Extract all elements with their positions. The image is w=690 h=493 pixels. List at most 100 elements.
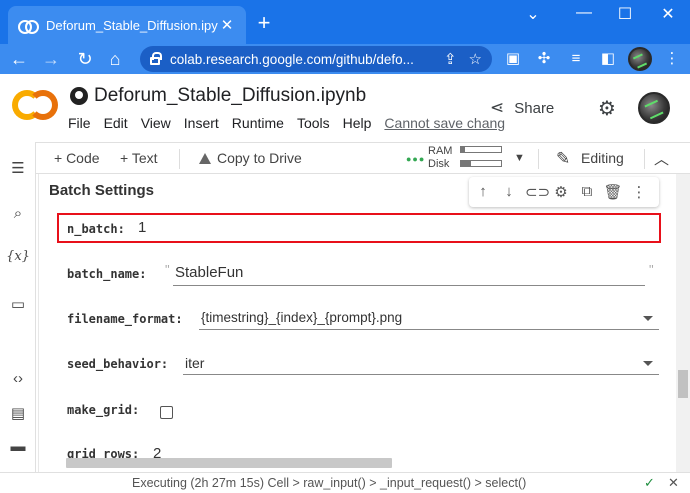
code-snippets-icon[interactable]: ‹›	[0, 370, 36, 387]
cell-settings-icon[interactable]: ⚙	[551, 183, 571, 201]
horizontal-scroll-thumb[interactable]	[66, 458, 392, 468]
seed-behavior-label: seed_behavior:	[67, 357, 169, 371]
menu-runtime[interactable]: Runtime	[232, 115, 284, 131]
bookmark-star-icon[interactable]: ☆	[469, 50, 482, 68]
share-icon: ⋖	[490, 98, 505, 117]
browser-tab[interactable]: Deforum_Stable_Diffusion.ipynb ✕	[8, 6, 246, 44]
notebook-main: Batch Settings ↑ ↓ ⊂⊃ ⚙ ⧉ 🗑 ⋮ n_batch: 1…	[36, 174, 676, 472]
delete-cell-icon[interactable]: 🗑	[603, 183, 623, 201]
minimize-button[interactable]: —	[571, 4, 597, 22]
new-tab-button[interactable]: +	[252, 10, 276, 36]
side-panel-icon[interactable]: ◧	[598, 49, 618, 69]
table-of-contents-icon[interactable]: ☰	[0, 159, 36, 177]
pencil-icon: ✎	[556, 149, 571, 168]
terminal-icon[interactable]: ▬	[0, 438, 36, 455]
address-bar: ← → ↻ ⌂ colab.research.google.com/github…	[0, 44, 690, 74]
menu-view[interactable]: View	[141, 115, 171, 131]
add-code-button[interactable]: + Code	[54, 150, 100, 166]
vertical-scrollbar[interactable]	[676, 174, 690, 472]
media-control-icon[interactable]: ≡	[566, 49, 586, 69]
make-grid-label: make_grid:	[67, 403, 140, 417]
add-text-button[interactable]: + Text	[120, 150, 158, 166]
toolbar-divider	[644, 149, 645, 169]
status-bar: Executing (2h 27m 15s) Cell > raw_input(…	[0, 472, 690, 493]
batch-name-label: batch_name:	[67, 267, 147, 281]
quote-mark: "	[165, 262, 170, 277]
cell-toolbar: ↑ ↓ ⊂⊃ ⚙ ⧉ 🗑 ⋮	[469, 177, 659, 207]
resources-dropdown-icon[interactable]: ▼	[514, 152, 525, 164]
editing-mode-button[interactable]: Editing	[581, 150, 624, 166]
filename-format-label: filename_format:	[67, 312, 183, 326]
vertical-scroll-thumb[interactable]	[678, 370, 688, 398]
menu-help[interactable]: Help	[343, 115, 372, 131]
left-sidebar: ☰ ⌕ {x} ▭ ‹› ▤ ▬	[0, 142, 36, 472]
url-text[interactable]: colab.research.google.com/github/defo...	[170, 52, 432, 67]
horizontal-scrollbar[interactable]	[38, 458, 678, 468]
menu-file[interactable]: File	[68, 115, 91, 131]
colab-favicon-icon	[18, 19, 39, 34]
reload-icon[interactable]: ↻	[74, 48, 96, 70]
disk-label: Disk	[428, 158, 450, 170]
browser-tab-bar: Deforum_Stable_Diffusion.ipynb ✕ + ⌄ — ☐…	[0, 0, 690, 44]
filename-format-underline	[199, 329, 659, 330]
form-cell[interactable]: Batch Settings ↑ ↓ ⊂⊃ ⚙ ⧉ 🗑 ⋮ n_batch: 1…	[38, 174, 662, 472]
disk-usage-bar	[460, 160, 502, 167]
seed-behavior-underline	[183, 374, 659, 375]
extension-icon[interactable]: ▣	[503, 49, 523, 69]
ram-usage-bar	[460, 146, 502, 153]
copy-to-drive-button[interactable]: Copy to Drive	[217, 150, 302, 166]
search-icon[interactable]: ⌕	[0, 205, 36, 222]
tab-search-icon[interactable]: ⌄	[520, 4, 546, 24]
share-button[interactable]: ⋖ Share	[490, 98, 554, 118]
colab-logo-icon[interactable]	[12, 90, 58, 120]
command-palette-icon[interactable]: ▤	[0, 404, 36, 422]
window-close-button[interactable]: ✕	[655, 4, 681, 24]
connected-status-icon: ●●●	[406, 154, 426, 164]
back-arrow-icon[interactable]: ←	[8, 48, 30, 70]
menu-tools[interactable]: Tools	[297, 115, 330, 131]
more-options-icon[interactable]: ⋮	[629, 183, 649, 201]
move-cell-down-icon[interactable]: ↓	[499, 183, 519, 200]
variables-icon[interactable]: {x}	[0, 249, 36, 264]
tab-close-icon[interactable]: ✕	[218, 16, 236, 34]
unsaved-notice-link[interactable]: Cannot save chang	[384, 115, 505, 131]
toolbar-divider	[538, 149, 539, 169]
puzzle-extensions-icon[interactable]: ✣	[534, 49, 554, 69]
make-grid-checkbox[interactable]	[160, 406, 173, 419]
tab-title: Deforum_Stable_Diffusion.ipynb	[46, 17, 218, 33]
drive-icon	[199, 153, 211, 164]
menu-bar: File Edit View Insert Runtime Tools Help…	[68, 115, 505, 131]
toolbar-divider	[179, 149, 180, 169]
link-icon[interactable]: ⊂⊃	[525, 183, 550, 201]
highlight-box	[57, 213, 661, 243]
collapse-header-icon[interactable]: ︿	[654, 148, 669, 169]
maximize-button[interactable]: ☐	[612, 4, 638, 24]
mirror-cell-icon[interactable]: ⧉	[577, 183, 597, 200]
browser-menu-icon[interactable]: ⋮	[662, 49, 682, 69]
browser-profile-avatar[interactable]	[628, 47, 652, 71]
account-avatar[interactable]	[638, 92, 670, 124]
execution-status-text[interactable]: Executing (2h 27m 15s) Cell > raw_input(…	[132, 476, 526, 490]
menu-insert[interactable]: Insert	[184, 115, 219, 131]
resources-indicator[interactable]: RAM Disk	[428, 145, 452, 171]
quote-mark: "	[649, 262, 654, 277]
omnibox[interactable]: colab.research.google.com/github/defo...…	[140, 46, 492, 72]
forward-arrow-icon[interactable]: →	[40, 48, 62, 70]
lock-icon	[150, 52, 162, 65]
settings-gear-icon[interactable]: ⚙	[598, 96, 616, 121]
chevron-down-icon[interactable]	[643, 316, 653, 321]
files-folder-icon[interactable]: ▭	[0, 295, 36, 313]
seed-behavior-select[interactable]: iter	[185, 355, 204, 371]
filename-format-select[interactable]: {timestring}_{index}_{prompt}.png	[201, 310, 402, 325]
menu-edit[interactable]: Edit	[104, 115, 128, 131]
home-icon[interactable]: ⌂	[104, 48, 126, 70]
status-close-icon[interactable]: ✕	[668, 475, 679, 491]
batch-name-input[interactable]: StableFun	[175, 264, 243, 281]
check-icon: ✓	[644, 475, 655, 490]
share-label: Share	[514, 99, 555, 117]
chevron-down-icon[interactable]	[643, 361, 653, 366]
notebook-title[interactable]: Deforum_Stable_Diffusion.ipynb	[94, 85, 366, 107]
move-cell-up-icon[interactable]: ↑	[473, 183, 493, 200]
ram-label: RAM	[428, 145, 453, 157]
share-page-icon[interactable]: ⇪	[444, 50, 457, 68]
